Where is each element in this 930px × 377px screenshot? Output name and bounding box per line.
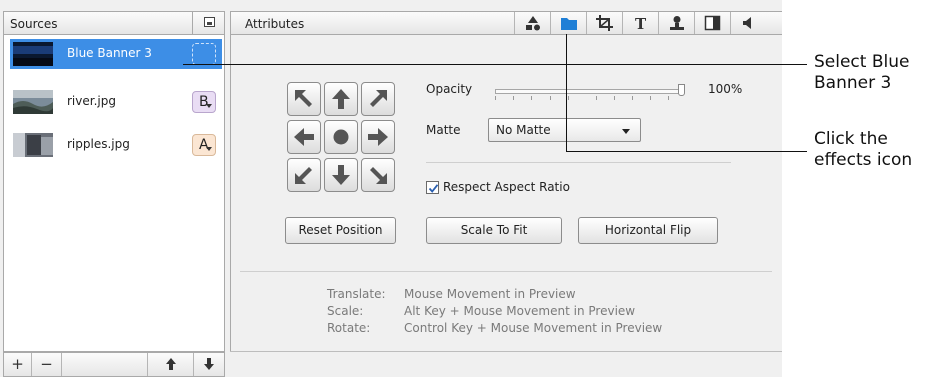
- arrow-down-icon: [204, 358, 214, 370]
- track-badge-a[interactable]: A: [192, 134, 216, 156]
- attributes-header: Attributes T: [230, 11, 782, 35]
- reset-position-button[interactable]: Reset Position: [285, 217, 396, 244]
- banner-thumbnail: [13, 42, 53, 66]
- tab-person[interactable]: [658, 12, 694, 34]
- help-rotate-key: Rotate:: [327, 321, 371, 335]
- help-scale-value: Alt Key + Mouse Movement in Preview: [404, 304, 636, 318]
- matte-label: Matte: [426, 123, 461, 137]
- horizontal-flip-button[interactable]: Horizontal Flip: [578, 217, 718, 244]
- sources-title: Sources: [10, 17, 58, 31]
- tab-effects[interactable]: [550, 12, 586, 34]
- arrow-up-icon: [165, 358, 176, 370]
- callout-line-effects-vertical: [566, 34, 567, 152]
- divider: [426, 162, 731, 163]
- arrow-down-left-icon: [295, 167, 312, 184]
- app-window: Sources Blue Banner 3 river.jpg B ripple…: [0, 0, 782, 377]
- tab-split[interactable]: [694, 12, 730, 34]
- collapse-panel-button[interactable]: [192, 12, 225, 34]
- help-rotate-value: Control Key + Mouse Movement in Preview: [404, 321, 663, 335]
- matte-selected-value: No Matte: [496, 123, 551, 137]
- callout-line-select: [183, 64, 807, 65]
- matte-select[interactable]: No Matte: [488, 118, 641, 142]
- source-label: ripples.jpg: [67, 137, 130, 151]
- respect-aspect-checkbox[interactable]: [426, 181, 439, 194]
- callout-effects: Click the effects icon: [814, 129, 912, 171]
- source-label: river.jpg: [67, 94, 116, 108]
- callout-text: effects icon: [814, 150, 913, 170]
- tab-shapes[interactable]: [514, 12, 550, 34]
- divider: [240, 271, 772, 272]
- move-down-button[interactable]: [194, 353, 224, 376]
- callout-line-effects-horizontal: [566, 151, 807, 152]
- callout-select: Select Blue Banner 3: [814, 52, 909, 94]
- person-icon: [670, 16, 684, 30]
- tab-text[interactable]: T: [622, 12, 658, 34]
- move-down-button[interactable]: [324, 158, 358, 192]
- crop-icon: [596, 15, 613, 31]
- svg-text:T: T: [635, 15, 647, 31]
- help-translate-key: Translate:: [327, 287, 386, 301]
- arrow-down-icon: [332, 165, 350, 185]
- arrow-up-right-icon: [370, 90, 387, 107]
- move-down-left-button[interactable]: [287, 158, 321, 192]
- arrow-left-icon: [294, 128, 314, 146]
- chevron-down-icon: [622, 129, 630, 134]
- move-right-button[interactable]: [361, 120, 395, 154]
- shapes-icon: [526, 16, 540, 31]
- attributes-title: Attributes: [245, 17, 305, 31]
- toolbar-spacer: [62, 353, 148, 376]
- opacity-slider-ticks: [495, 96, 678, 101]
- tab-crop[interactable]: [586, 12, 622, 34]
- opacity-label: Opacity: [426, 82, 473, 96]
- sources-list: Blue Banner 3 river.jpg B ripples.jpg A: [3, 35, 225, 352]
- opacity-slider-track[interactable]: [495, 89, 680, 94]
- arrow-down-right-icon: [370, 167, 387, 184]
- track-badge-b[interactable]: B: [192, 91, 216, 113]
- source-item-river[interactable]: river.jpg B: [10, 87, 222, 117]
- callout-text: Banner 3: [814, 73, 892, 93]
- effects-icon: [561, 18, 577, 30]
- center-dot-icon: [333, 129, 349, 145]
- audio-icon: [743, 17, 751, 29]
- chevron-down-icon: [206, 104, 212, 108]
- help-scale-key: Scale:: [327, 304, 364, 318]
- arrow-right-icon: [368, 128, 388, 146]
- callout-text: Click the: [814, 129, 888, 149]
- callout-text: Select Blue: [814, 52, 910, 72]
- help-translate-value: Mouse Movement in Preview: [404, 287, 576, 301]
- ripples-thumbnail: [13, 133, 53, 157]
- sources-header: Sources: [3, 11, 225, 35]
- split-icon: [704, 15, 721, 31]
- panel-icon: [204, 17, 215, 27]
- remove-source-button[interactable]: −: [32, 353, 62, 376]
- opacity-value: 100%: [708, 82, 743, 96]
- source-label: Blue Banner 3: [67, 46, 152, 60]
- move-down-right-button[interactable]: [361, 158, 395, 192]
- text-icon: T: [635, 15, 647, 31]
- move-up-left-button[interactable]: [287, 82, 321, 116]
- respect-aspect-label: Respect Aspect Ratio: [443, 180, 570, 194]
- arrow-up-icon: [332, 89, 350, 109]
- move-left-button[interactable]: [287, 120, 321, 154]
- scale-to-fit-button[interactable]: Scale To Fit: [426, 217, 562, 244]
- move-up-button[interactable]: [148, 353, 194, 376]
- opacity-slider-handle[interactable]: [678, 84, 685, 96]
- arrow-up-left-icon: [295, 90, 312, 107]
- checkmark-icon: [428, 184, 439, 193]
- add-source-button[interactable]: +: [4, 353, 32, 376]
- bottom-border: [230, 351, 782, 352]
- source-item-ripples[interactable]: ripples.jpg A: [10, 130, 222, 160]
- river-thumbnail: [13, 90, 53, 114]
- tab-audio[interactable]: [730, 12, 766, 34]
- center-button[interactable]: [324, 120, 358, 154]
- sources-toolbar: + −: [3, 352, 225, 377]
- move-up-right-button[interactable]: [361, 82, 395, 116]
- move-up-button[interactable]: [324, 82, 358, 116]
- track-badge-empty[interactable]: [192, 43, 216, 65]
- chevron-down-icon: [206, 147, 212, 151]
